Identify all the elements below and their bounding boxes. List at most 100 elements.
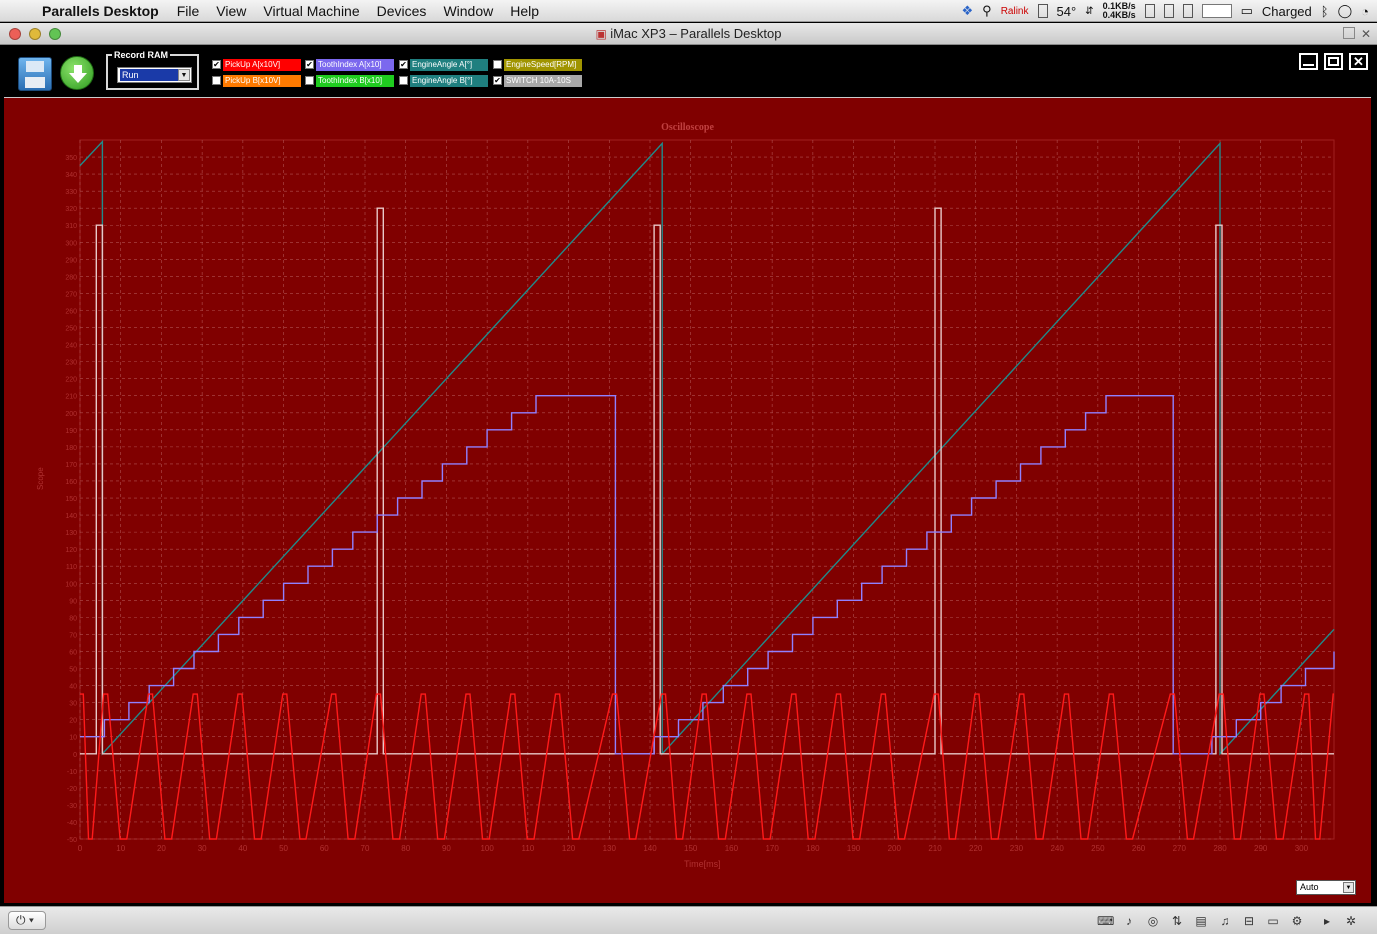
activity-graph-icon[interactable] — [1201, 4, 1232, 18]
menu-virtual-machine[interactable]: Virtual Machine — [263, 3, 359, 19]
app-close-button[interactable]: ✕ — [1349, 53, 1368, 70]
y-tick-label: -50 — [67, 837, 77, 844]
power-button[interactable]: ⏻ ▾ — [8, 911, 46, 930]
network-adapter-icon[interactable]: ⊟ — [1241, 913, 1257, 929]
app-menu[interactable]: Parallels Desktop — [42, 3, 159, 19]
channel-enginespeed[interactable]: EngineSpeed[RPM] — [491, 58, 582, 71]
menu-file[interactable]: File — [177, 3, 200, 19]
y-tick-label: 140 — [65, 513, 77, 520]
mac-menubar: Parallels Desktop File View Virtual Mach… — [0, 0, 1377, 22]
record-ram-value: Run — [120, 69, 178, 81]
channel-switch[interactable]: ✔ SWITCH 10A-10S — [491, 74, 582, 87]
x-tick-label: 20 — [157, 844, 166, 853]
y-tick-label: 300 — [65, 240, 77, 247]
dropbox-icon[interactable]: ❖ — [962, 3, 974, 19]
expand-arrow-icon[interactable]: ▸ — [1319, 913, 1335, 929]
download-button[interactable] — [60, 56, 94, 90]
checkbox-engineangle-b[interactable] — [399, 76, 408, 85]
channel-toothindex-a[interactable]: ✔ ToothIndex A[x10] — [303, 58, 394, 71]
window-extra-icon[interactable]: ✕ — [1361, 23, 1371, 45]
wifi-tower-icon[interactable]: ⚲ — [982, 3, 992, 19]
y-tick-label: 200 — [65, 411, 77, 418]
battery-icon[interactable]: ▭ — [1241, 3, 1253, 19]
channel-label: ToothIndex B[x10] — [316, 74, 394, 87]
usb-icon[interactable]: ⇅ — [1169, 913, 1185, 929]
chat-icon[interactable]: ◯ — [1338, 3, 1353, 19]
menu-help[interactable]: Help — [510, 3, 539, 19]
y-tick-label: 270 — [65, 291, 77, 298]
x-tick-label: 210 — [928, 844, 942, 853]
y-tick-label: 90 — [69, 598, 77, 605]
channel-engineangle-b[interactable]: EngineAngle B[°] — [397, 74, 488, 87]
checkbox-enginespeed[interactable] — [493, 60, 502, 69]
disk-meter-icon[interactable] — [1163, 4, 1174, 18]
menu-window[interactable]: Window — [443, 3, 493, 19]
y-tick-label: 100 — [65, 581, 77, 588]
x-tick-label: 0 — [78, 844, 83, 853]
chevron-down-icon[interactable]: ▼ — [1343, 882, 1354, 893]
menu-devices[interactable]: Devices — [377, 3, 427, 19]
x-tick-label: 230 — [1010, 844, 1024, 853]
temperature-readout[interactable]: 54° — [1057, 4, 1077, 19]
fullscreen-button[interactable] — [1343, 27, 1355, 39]
scale-mode-value: Auto — [1300, 882, 1319, 892]
channel-label: EngineAngle A[°] — [410, 58, 488, 71]
app-maximize-button[interactable] — [1324, 53, 1343, 70]
save-button[interactable] — [18, 57, 52, 91]
microphone-icon[interactable]: ♪ — [1121, 913, 1137, 929]
bluetooth-icon[interactable]: ᛒ — [1321, 4, 1329, 19]
channel-toothindex-b[interactable]: ToothIndex B[x10] — [303, 74, 394, 87]
y-tick-label: 320 — [65, 206, 77, 213]
checkbox-pickup-b[interactable] — [212, 76, 221, 85]
sound-icon[interactable]: ♫ — [1217, 913, 1233, 929]
app-minimize-button[interactable] — [1299, 53, 1318, 70]
shared-folder-icon[interactable]: ⚙ — [1289, 913, 1305, 929]
y-tick-label: -40 — [67, 820, 77, 827]
checkbox-pickup-a[interactable]: ✔ — [212, 60, 221, 69]
checkbox-engineangle-a[interactable]: ✔ — [399, 60, 408, 69]
hard-disk-icon[interactable]: ▭ — [1265, 913, 1281, 929]
fan-meter-icon[interactable] — [1182, 4, 1193, 18]
x-tick-label: 280 — [1213, 844, 1227, 853]
checkbox-toothindex-b[interactable] — [305, 76, 314, 85]
minimize-window-button[interactable] — [29, 28, 41, 40]
channel-engineangle-a[interactable]: ✔ EngineAngle A[°] — [397, 58, 488, 71]
x-tick-label: 130 — [603, 844, 617, 853]
channel-label: EngineAngle B[°] — [410, 74, 488, 87]
oscilloscope-chart[interactable]: 0 10 20 30 40 50 60 70 80 90 100 110 120 130 140 150 160… — [4, 98, 1371, 904]
memory-meter-icon[interactable] — [1037, 4, 1048, 18]
chevron-down-icon[interactable]: ▼ — [178, 69, 190, 81]
x-tick-label: 170 — [765, 844, 779, 853]
checkbox-switch[interactable]: ✔ — [493, 76, 502, 85]
timemachine-icon[interactable]: ◔ — [1361, 4, 1369, 19]
cpu-meter-icon[interactable] — [1144, 4, 1155, 18]
cd-icon[interactable]: ◎ — [1145, 913, 1161, 929]
battery-status[interactable]: Charged — [1262, 4, 1312, 19]
close-window-button[interactable] — [9, 28, 21, 40]
channel-pickup-a[interactable]: ✔ PickUp A[x10V] — [210, 58, 301, 71]
y-tick-label: 160 — [65, 479, 77, 486]
y-tick-label: 240 — [65, 343, 77, 350]
keyboard-icon[interactable]: ⌨ — [1097, 913, 1114, 929]
oscilloscope-panel: 0 10 20 30 40 50 60 70 80 90 100 110 120 130 140 150 160… — [4, 97, 1371, 903]
network-arrows-icon: ⇵ — [1085, 5, 1094, 17]
floppy-icon — [26, 61, 44, 72]
network-speed[interactable]: 0.1KB/s 0.4KB/s — [1103, 2, 1136, 20]
x-tick-label: 100 — [480, 844, 494, 853]
ralink-status[interactable]: Ralink — [1001, 6, 1029, 17]
x-tick-label: 30 — [198, 844, 207, 853]
scale-mode-select[interactable]: Auto ▼ — [1296, 880, 1356, 895]
y-tick-label: 110 — [66, 564, 77, 571]
record-ram-select[interactable]: Run ▼ — [117, 67, 192, 83]
channel-pickup-b[interactable]: PickUp B[x10V] — [210, 74, 301, 87]
settings-icon[interactable]: ✲ — [1343, 913, 1359, 929]
y-tick-label: -10 — [67, 769, 77, 776]
menu-view[interactable]: View — [216, 3, 246, 19]
y-tick-label: -20 — [67, 786, 77, 793]
x-tick-label: 120 — [562, 844, 576, 853]
zoom-window-button[interactable] — [49, 28, 61, 40]
x-tick-label: 40 — [238, 844, 247, 853]
floppy-drive-icon[interactable]: ▤ — [1193, 913, 1209, 929]
checkbox-toothindex-a[interactable]: ✔ — [305, 60, 314, 69]
record-ram-label: Record RAM — [112, 50, 171, 60]
